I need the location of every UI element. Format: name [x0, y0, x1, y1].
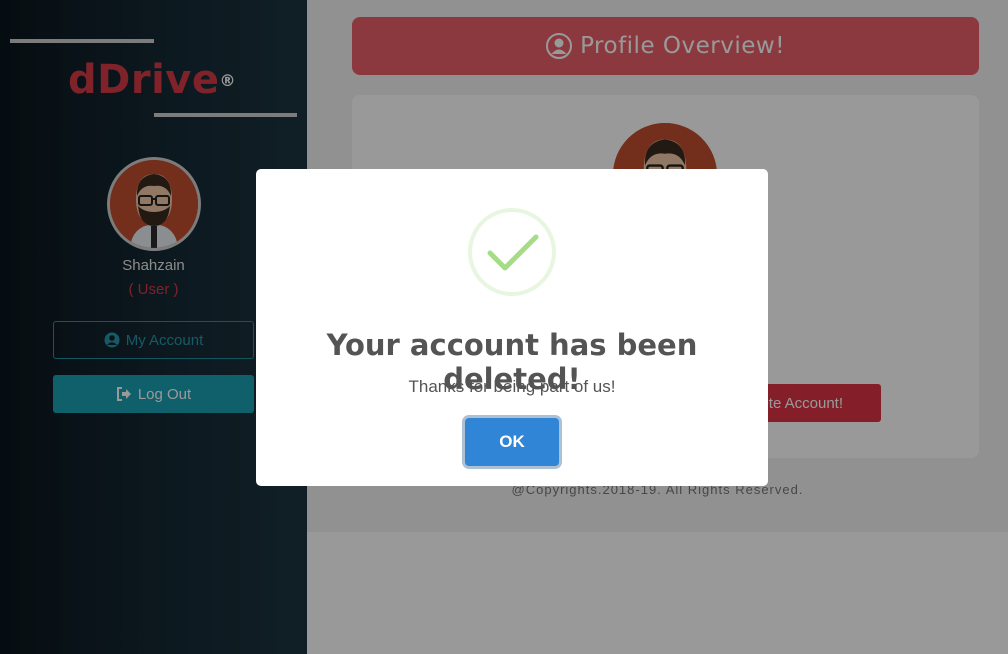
- success-dialog: Your account has been deleted! Thanks fo…: [256, 169, 768, 486]
- checkmark-glyph: [487, 234, 539, 271]
- ok-button[interactable]: OK: [465, 418, 559, 466]
- checkmark-icon: [468, 208, 556, 296]
- dialog-message: Thanks for being part of us!: [408, 377, 616, 396]
